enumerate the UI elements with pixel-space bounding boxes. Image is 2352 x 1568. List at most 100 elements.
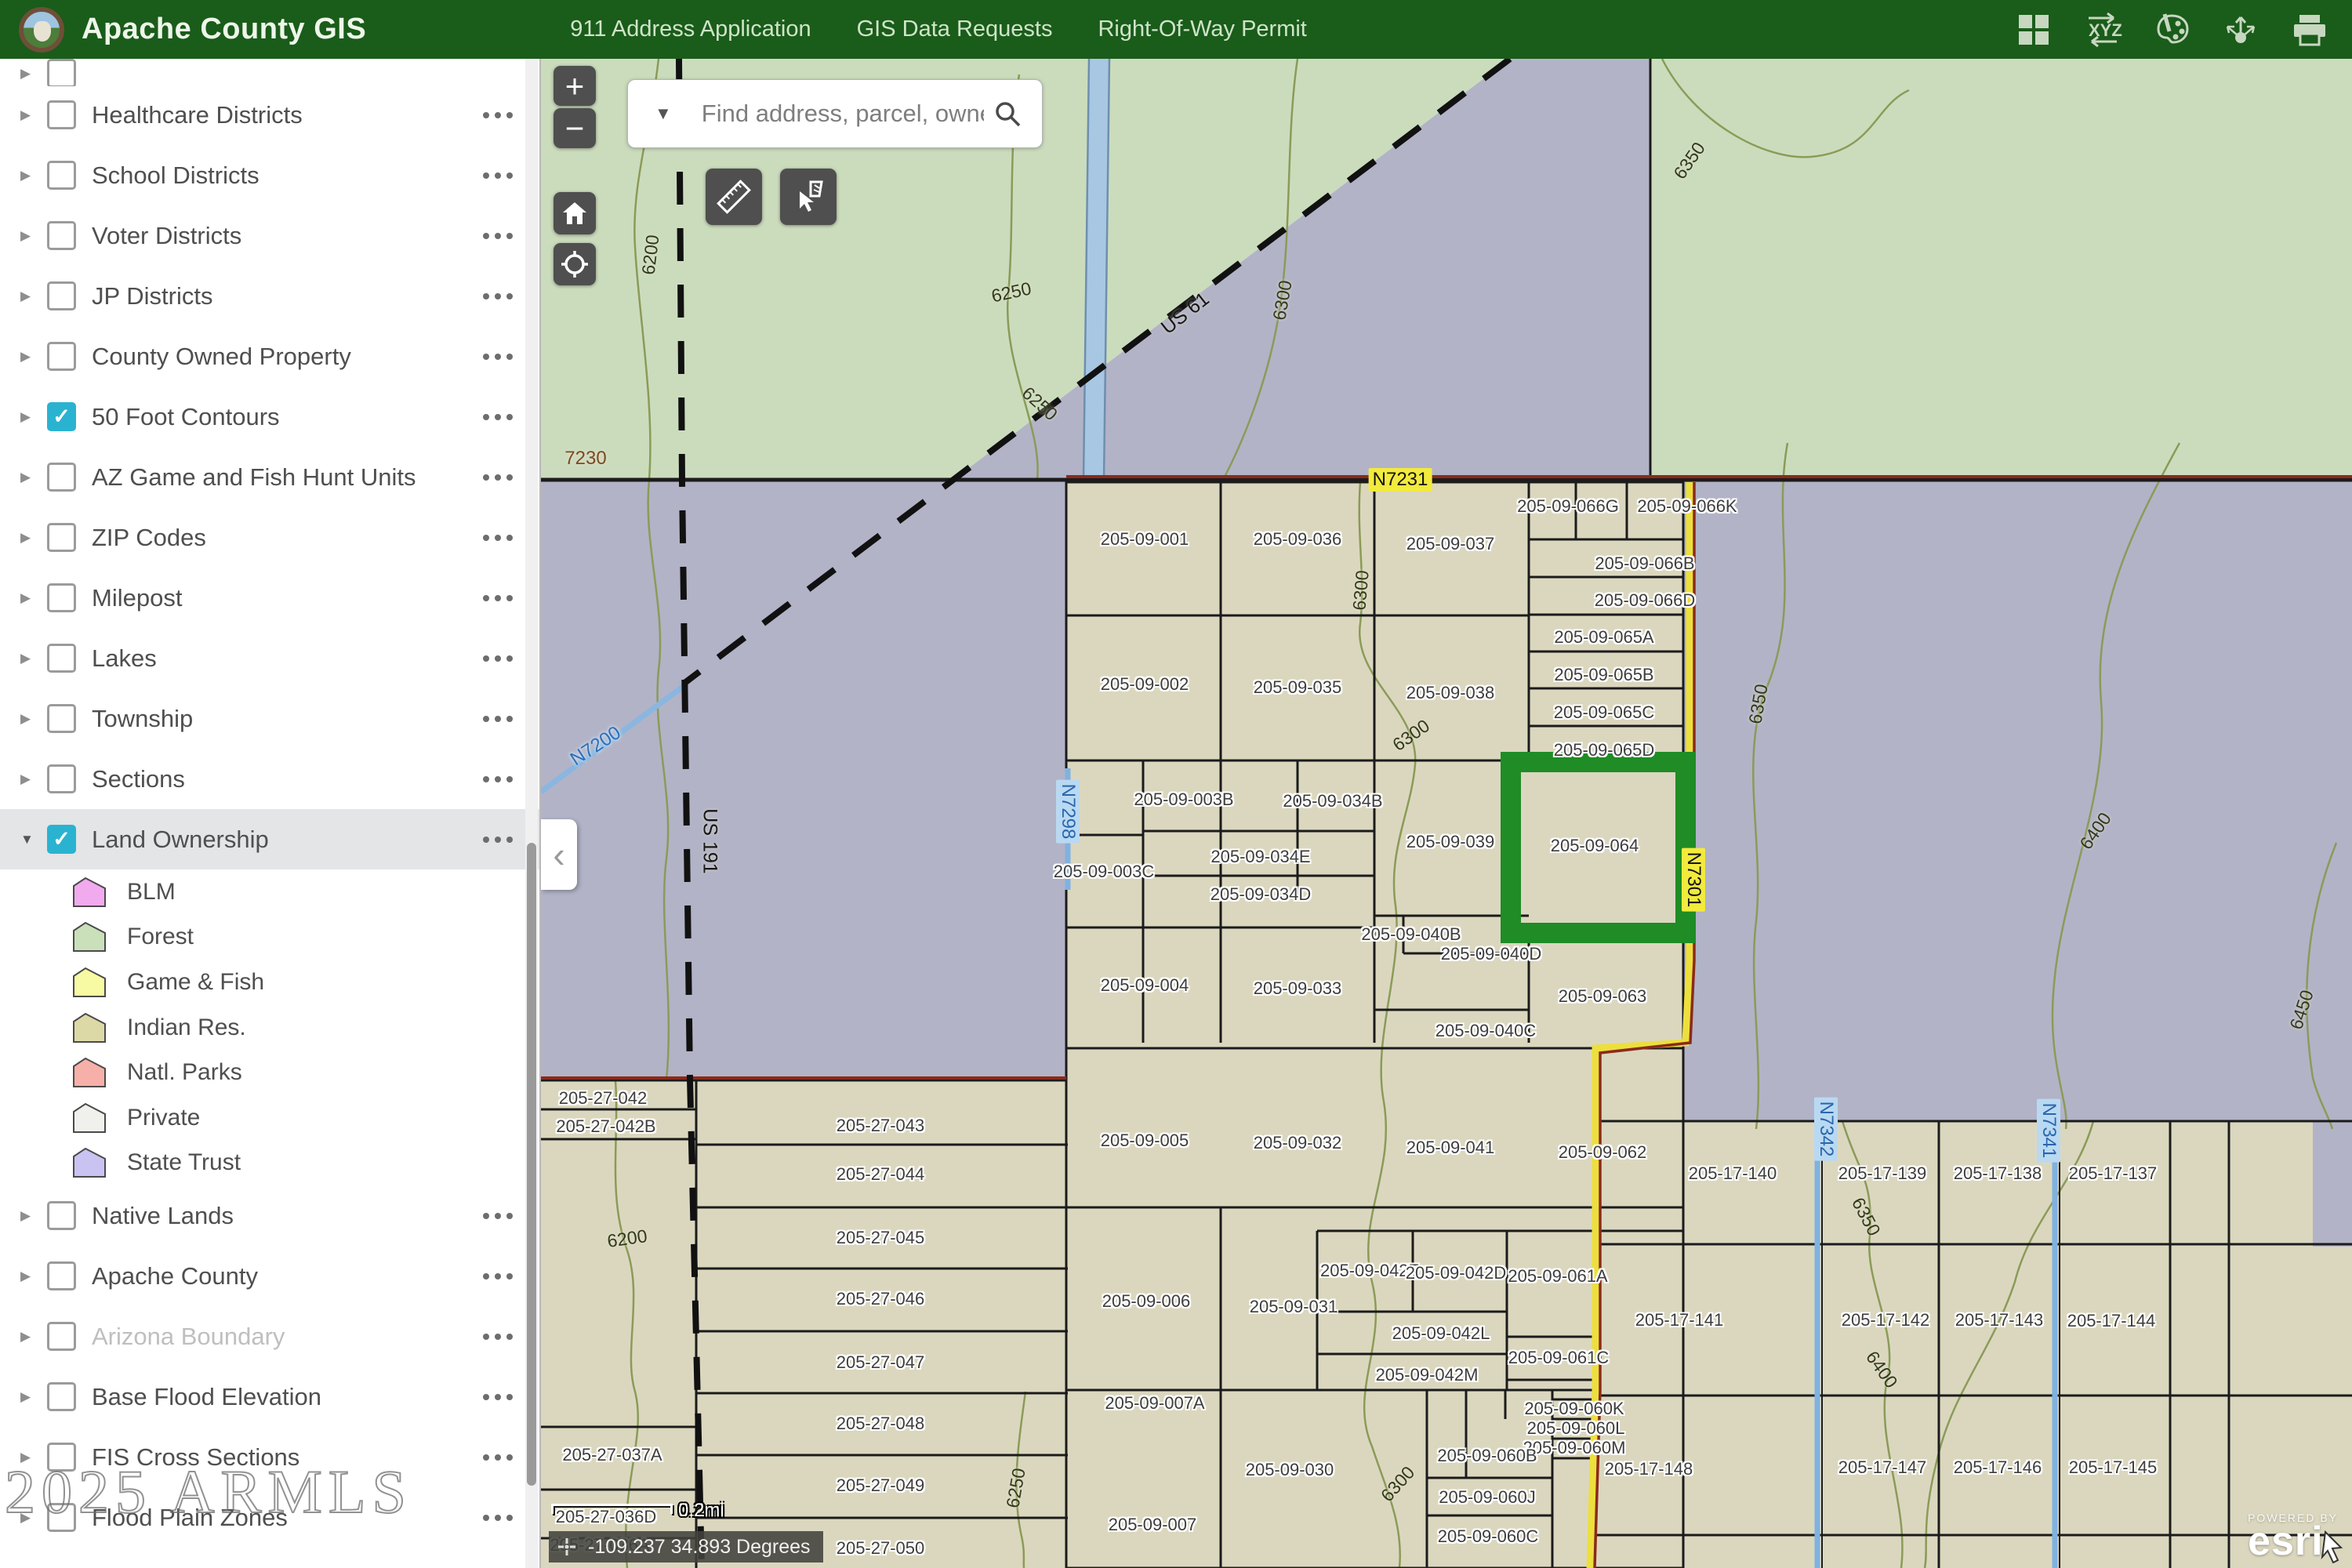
layer-options-menu[interactable] <box>483 1515 527 1521</box>
nav-link-1[interactable]: GIS Data Requests <box>857 16 1053 42</box>
layer-item-land-ownership[interactable]: ▼✓Land Ownership <box>0 809 539 869</box>
chevron-down-icon[interactable]: ▼ <box>20 832 47 848</box>
layer-item-voter-districts[interactable]: ▶Voter Districts <box>0 205 539 266</box>
layer-options-menu[interactable] <box>483 112 527 118</box>
sidebar-collapse-toggle[interactable]: ‹ <box>541 819 577 890</box>
chevron-right-icon[interactable]: ▶ <box>20 771 47 787</box>
layer-item-apache-county[interactable]: ▶Apache County <box>0 1246 539 1306</box>
layer-options-menu[interactable] <box>483 776 527 782</box>
locate-button[interactable] <box>554 243 596 285</box>
chevron-right-icon[interactable]: ▶ <box>20 1269 47 1284</box>
chevron-right-icon[interactable]: ▶ <box>20 168 47 183</box>
layer-checkbox[interactable] <box>47 644 76 673</box>
xyz-coordinates-icon[interactable]: XYZ <box>2082 9 2123 50</box>
layer-options-menu[interactable] <box>483 1454 527 1461</box>
layer-checkbox[interactable] <box>47 100 76 129</box>
layer-item-base-flood-elevation[interactable]: ▶Base Flood Elevation <box>0 1367 539 1427</box>
chevron-right-icon[interactable]: ▶ <box>20 530 47 546</box>
layer-label: Arizona Boundary <box>92 1323 285 1351</box>
share-icon[interactable] <box>2220 9 2261 50</box>
nav-link-2[interactable]: Right-Of-Way Permit <box>1098 16 1306 42</box>
zoom-in-button[interactable]: + <box>554 66 596 106</box>
search-input[interactable] <box>702 100 984 128</box>
layer-options-menu[interactable] <box>483 233 527 239</box>
chevron-right-icon[interactable]: ▶ <box>20 1389 47 1405</box>
coordinates-widget[interactable]: -109.237 34.893 Degrees <box>549 1531 823 1563</box>
layer-options-menu[interactable] <box>483 414 527 420</box>
layer-options-menu[interactable] <box>483 837 527 843</box>
layer-checkbox[interactable] <box>47 1261 76 1290</box>
chevron-right-icon[interactable]: ▶ <box>20 711 47 727</box>
layer-item-lakes[interactable]: ▶Lakes <box>0 628 539 688</box>
chevron-right-icon[interactable]: ▶ <box>20 107 47 123</box>
layer-options-menu[interactable] <box>483 474 527 481</box>
layer-options-menu[interactable] <box>483 293 527 299</box>
parcel-label-205-09-040d: 205-09-040D <box>1441 944 1541 964</box>
layer-checkbox[interactable] <box>47 583 76 612</box>
basemap-grid-icon[interactable] <box>2013 9 2054 50</box>
measure-button[interactable] <box>706 169 762 225</box>
layer-options-menu[interactable] <box>483 595 527 601</box>
sidebar-scrollbar-thumb[interactable] <box>527 843 536 1486</box>
legend-item-private: Private <box>0 1095 539 1141</box>
layer-checkbox[interactable] <box>47 1322 76 1351</box>
home-button[interactable] <box>554 192 596 234</box>
chevron-right-icon[interactable]: ▶ <box>20 289 47 304</box>
layer-options-menu[interactable] <box>483 1334 527 1340</box>
layer-item-milepost[interactable]: ▶Milepost <box>0 568 539 628</box>
layer-checkbox[interactable]: ✓ <box>47 825 76 854</box>
chevron-right-icon[interactable]: ▶ <box>20 1208 47 1224</box>
layer-options-menu[interactable] <box>483 172 527 179</box>
draw-palette-icon[interactable] <box>2151 9 2192 50</box>
parcel-label-205-09-032: 205-09-032 <box>1254 1133 1342 1153</box>
layer-options-menu[interactable] <box>483 354 527 360</box>
zoom-out-button[interactable]: − <box>554 108 596 148</box>
layer-options-menu[interactable] <box>483 1213 527 1219</box>
chevron-right-icon[interactable]: ▶ <box>20 1329 47 1345</box>
layer-checkbox[interactable] <box>47 221 76 250</box>
layer-item-zip-codes[interactable]: ▶ZIP Codes <box>0 507 539 568</box>
layer-options-menu[interactable] <box>483 1273 527 1279</box>
chevron-right-icon[interactable]: ▶ <box>20 590 47 606</box>
map-canvas[interactable]: 205-09-001205-09-036205-09-037205-09-066… <box>541 59 2352 1568</box>
layer-item-arizona-boundary[interactable]: ▶ Arizona Boundary <box>0 1306 539 1367</box>
layer-item-county-owned-property[interactable]: ▶County Owned Property <box>0 326 539 387</box>
sidebar-scrollbar[interactable] <box>525 59 538 1568</box>
search-source-dropdown[interactable]: ▼ <box>655 103 672 124</box>
identify-button[interactable] <box>780 169 837 225</box>
nav-link-0[interactable]: 911 Address Application <box>570 16 811 42</box>
layer-item-school-districts[interactable]: ▶School Districts <box>0 145 539 205</box>
layer-options-menu[interactable] <box>483 1394 527 1400</box>
layer-checkbox[interactable] <box>47 463 76 492</box>
app-header: Apache County GIS 911 Address Applicatio… <box>0 0 2352 59</box>
parcel-label-205-09-060b: 205-09-060B <box>1437 1446 1537 1466</box>
print-icon[interactable] <box>2289 9 2330 50</box>
layer-checkbox[interactable] <box>47 523 76 552</box>
layer-checkbox[interactable] <box>47 281 76 310</box>
layer-checkbox[interactable]: ✓ <box>47 402 76 431</box>
chevron-right-icon[interactable]: ▶ <box>20 651 47 666</box>
layer-options-menu[interactable] <box>483 655 527 662</box>
chevron-right-icon[interactable]: ▶ <box>20 409 47 425</box>
layer-options-menu[interactable] <box>483 716 527 722</box>
layer-checkbox[interactable] <box>47 1201 76 1230</box>
chevron-right-icon[interactable]: ▶ <box>20 470 47 485</box>
layer-item-native-lands[interactable]: ▶Native Lands <box>0 1185 539 1246</box>
layer-checkbox[interactable] <box>47 704 76 733</box>
layer-checkbox[interactable] <box>47 161 76 190</box>
layer-item-sections[interactable]: ▶Sections <box>0 749 539 809</box>
layer-options-menu[interactable] <box>483 535 527 541</box>
layer-checkbox[interactable] <box>47 1382 76 1411</box>
chevron-right-icon[interactable]: ▶ <box>20 228 47 244</box>
parcel-label-205-09-060j: 205-09-060J <box>1439 1487 1536 1508</box>
parcel-label-205-09-040c: 205-09-040C <box>1436 1021 1536 1041</box>
layer-item-township[interactable]: ▶Township <box>0 688 539 749</box>
search-icon[interactable] <box>993 100 1022 128</box>
layer-item-jp-districts[interactable]: ▶JP Districts <box>0 266 539 326</box>
layer-checkbox[interactable] <box>47 764 76 793</box>
layer-item-healthcare-districts[interactable]: ▶Healthcare Districts <box>0 85 539 145</box>
layer-item-az-game-and-fish-hunt-units[interactable]: ▶AZ Game and Fish Hunt Units <box>0 447 539 507</box>
layer-checkbox[interactable] <box>47 342 76 371</box>
chevron-right-icon[interactable]: ▶ <box>20 349 47 365</box>
layer-item-50-foot-contours[interactable]: ▶✓50 Foot Contours <box>0 387 539 447</box>
